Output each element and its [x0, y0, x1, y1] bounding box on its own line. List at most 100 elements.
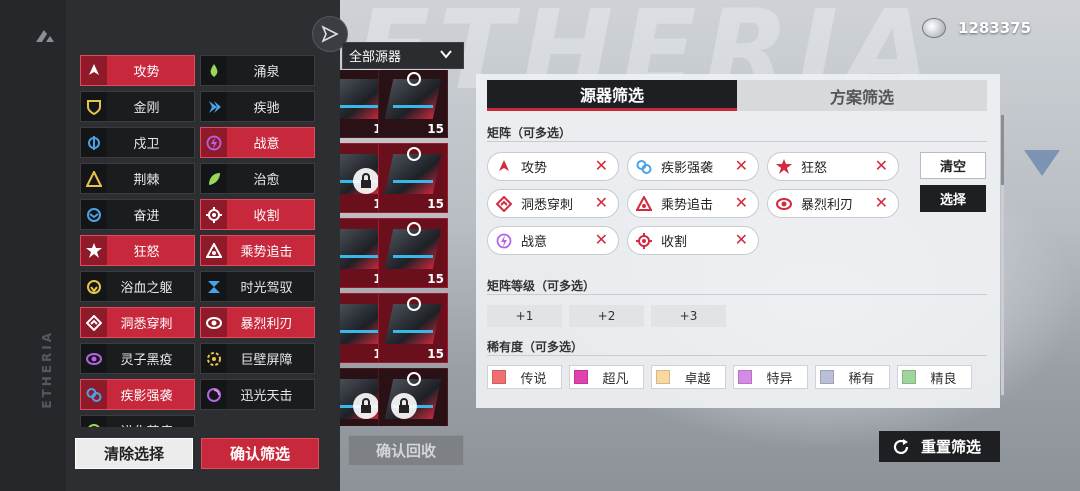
remove-icon[interactable]: ✕ — [735, 193, 748, 212]
tab-source-filter[interactable]: 源器筛选 — [487, 80, 737, 111]
tag-label: 金刚 — [133, 101, 160, 116]
remove-icon[interactable]: ✕ — [595, 156, 608, 175]
tag-option[interactable]: 迅光天击 — [200, 379, 315, 410]
reset-filter-button[interactable]: 重置筛选 — [879, 431, 1000, 462]
equipment-card[interactable]: 15 — [378, 143, 448, 213]
level-divider — [487, 294, 987, 295]
rarity-option[interactable]: 卓越 — [651, 365, 726, 389]
tag-option[interactable]: 浴血之躯 — [80, 271, 195, 302]
confirm-filter-button[interactable]: 确认筛选 — [201, 438, 319, 469]
pursuit-icon — [201, 236, 227, 265]
rarity-swatch — [492, 370, 506, 384]
tag-option[interactable]: 治愈 — [200, 163, 315, 194]
rarity-option[interactable]: 稀有 — [815, 365, 890, 389]
currency-value: 1283375 — [958, 19, 1032, 37]
remove-icon[interactable]: ✕ — [735, 156, 748, 175]
leaf-icon — [201, 164, 227, 193]
rarity-option[interactable]: 特异 — [733, 365, 808, 389]
chip-label: 疾影强袭 — [661, 161, 714, 176]
tag-option[interactable]: 疾影强袭 — [80, 379, 195, 410]
equipment-card[interactable]: 15 — [378, 70, 448, 138]
tag-option[interactable]: 攻势 — [80, 55, 195, 86]
filter-scrollbar[interactable] — [1001, 115, 1004, 395]
eye-blade-icon — [201, 308, 227, 337]
tag-option[interactable]: 进化萌症 — [80, 415, 195, 427]
remove-icon[interactable]: ✕ — [875, 193, 888, 212]
remove-icon[interactable]: ✕ — [595, 230, 608, 249]
tag-label: 乘势追击 — [240, 245, 293, 260]
chip-label: 狂怒 — [801, 161, 828, 176]
clear-all-button[interactable]: 清空 — [920, 152, 986, 179]
tag-option[interactable]: 收割 — [200, 199, 315, 230]
tag-option[interactable]: 巨壁屏障 — [200, 343, 315, 374]
pierce-icon — [81, 308, 107, 337]
background-triangle — [1024, 150, 1060, 176]
inventory-grid: 15 15 15 15 15 15 15 15 — [340, 70, 465, 426]
rarity-swatch — [902, 370, 916, 384]
rarity-swatch — [820, 370, 834, 384]
droplet-icon — [201, 56, 227, 85]
tag-option[interactable]: 荆棘 — [80, 163, 195, 194]
level-option[interactable]: +1 — [487, 305, 562, 327]
rarity-label: 超凡 — [602, 371, 629, 387]
scrollbar-thumb[interactable] — [1001, 115, 1004, 185]
tag-option[interactable]: 战意 — [200, 127, 315, 158]
rarity-label: 精良 — [930, 371, 957, 387]
equipment-level: 15 — [427, 122, 444, 136]
rarity-option[interactable]: 超凡 — [569, 365, 644, 389]
matrix-chip: 疾影强袭 ✕ — [627, 152, 759, 181]
tag-option[interactable]: 奋进 — [80, 199, 195, 230]
rarity-label: 卓越 — [684, 371, 711, 387]
equipment-card[interactable]: 15 — [378, 293, 448, 363]
tag-label: 浴血之躯 — [120, 281, 173, 296]
tag-option[interactable]: 灵子黑疫 — [80, 343, 195, 374]
tag-label: 时光驾驭 — [240, 281, 293, 296]
tag-option[interactable]: 疾驰 — [200, 91, 315, 122]
level-option[interactable]: +2 — [569, 305, 644, 327]
tag-option[interactable]: 涌泉 — [200, 55, 315, 86]
clear-selection-button[interactable]: 清除选择 — [75, 438, 193, 469]
matrix-chip: 狂怒 ✕ — [767, 152, 899, 181]
tag-option[interactable]: 戍卫 — [80, 127, 195, 158]
remove-icon[interactable]: ✕ — [595, 193, 608, 212]
tag-label: 攻势 — [133, 65, 160, 80]
source-dropdown[interactable]: 全部源器 — [342, 42, 464, 69]
equipment-card[interactable]: 15 — [378, 218, 448, 288]
chip-label: 收割 — [661, 235, 688, 250]
equipment-level: 15 — [427, 347, 444, 361]
rarity-option[interactable]: 传说 — [487, 365, 562, 389]
equipment-level: 15 — [427, 272, 444, 286]
tag-option[interactable]: 狂怒 — [80, 235, 195, 266]
chip-label: 洞悉穿刺 — [521, 198, 574, 213]
tab-plan-filter[interactable]: 方案筛选 — [737, 80, 987, 111]
matrix-chip: 洞悉穿刺 ✕ — [487, 189, 619, 218]
chevron-badge-icon — [81, 200, 107, 229]
silver-coin-icon — [922, 18, 946, 38]
confirm-recycle-button[interactable]: 确认回收 — [348, 435, 464, 466]
tag-label: 灵子黑疫 — [120, 353, 173, 368]
chip-label: 暴烈利刃 — [801, 198, 854, 213]
equipment-card[interactable] — [378, 368, 448, 426]
tag-option[interactable]: 暴烈利刃 — [200, 307, 315, 338]
select-button[interactable]: 选择 — [920, 185, 986, 212]
logo-icon — [36, 30, 54, 42]
rarity-option[interactable]: 精良 — [897, 365, 972, 389]
tag-label: 疾影强袭 — [120, 389, 173, 404]
rarity-swatch — [738, 370, 752, 384]
tag-option[interactable]: 乘势追击 — [200, 235, 315, 266]
plague-icon — [81, 344, 107, 373]
remove-icon[interactable]: ✕ — [735, 230, 748, 249]
refresh-icon — [893, 438, 909, 454]
equipment-glow — [340, 330, 379, 333]
chip-label: 攻势 — [521, 161, 548, 176]
level-option[interactable]: +3 — [651, 305, 726, 327]
tag-option[interactable]: 洞悉穿刺 — [80, 307, 195, 338]
tag-option[interactable]: 金刚 — [80, 91, 195, 122]
tag-label: 涌泉 — [253, 65, 280, 80]
crosshair-icon — [201, 200, 227, 229]
tag-option[interactable]: 时光驾驭 — [200, 271, 315, 302]
matrix-chip: 暴烈利刃 ✕ — [767, 189, 899, 218]
shield-icon — [81, 92, 107, 121]
source-dropdown-label: 全部源器 — [349, 50, 402, 65]
remove-icon[interactable]: ✕ — [875, 156, 888, 175]
